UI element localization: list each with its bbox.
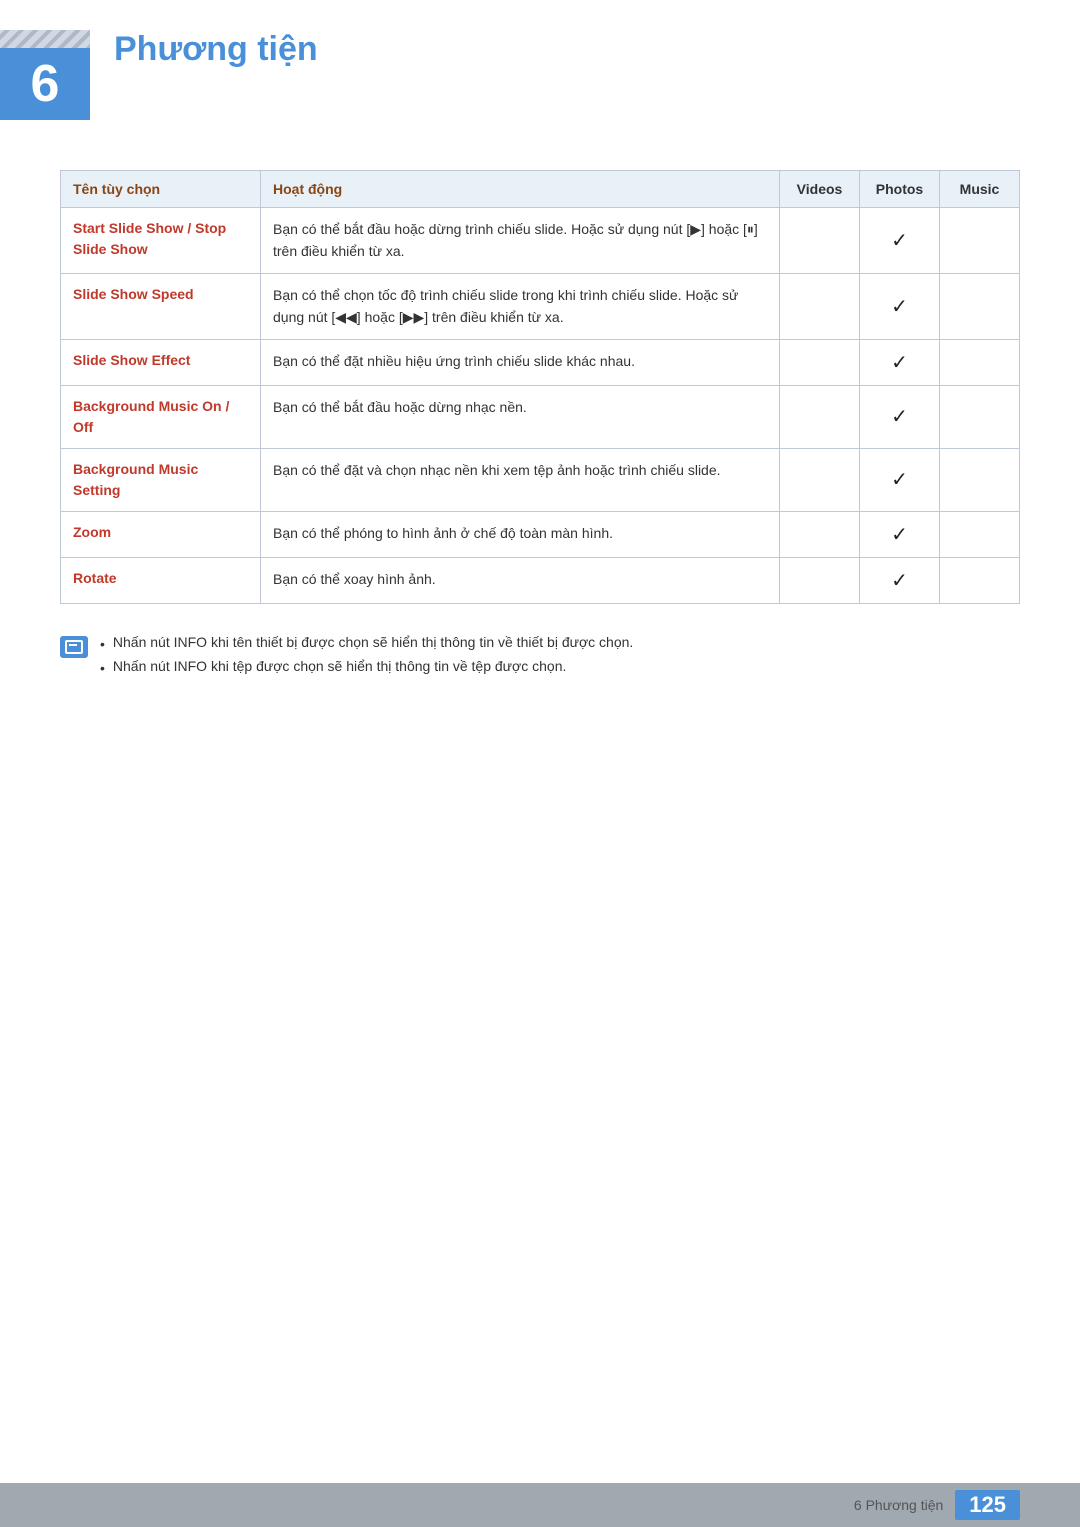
- cell-photos-4: ✓: [860, 448, 940, 511]
- cell-videos-2: [780, 339, 860, 385]
- table-row: Slide Show SpeedBạn có thể chọn tốc độ t…: [61, 273, 1020, 339]
- cell-music-1: [940, 273, 1020, 339]
- cell-videos-4: [780, 448, 860, 511]
- cell-action-1: Bạn có thể chọn tốc độ trình chiếu slide…: [261, 273, 780, 339]
- cell-music-2: [940, 339, 1020, 385]
- cell-name-3: Background Music On / Off: [61, 385, 261, 448]
- col-header-action: Hoạt động: [261, 171, 780, 208]
- cell-photos-2: ✓: [860, 339, 940, 385]
- note-line-0: • Nhấn nút INFO khi tên thiết bị được chọ…: [100, 634, 633, 652]
- note-bullet: •: [100, 636, 105, 652]
- chapter-badge-area: 6: [0, 30, 90, 120]
- note-icon: [60, 636, 88, 658]
- cell-name-6: Rotate: [61, 557, 261, 603]
- chapter-title-text: Phương tiện: [114, 0, 318, 68]
- checkmark: ✓: [891, 568, 908, 593]
- content-area: Tên tùy chọn Hoạt động Videos Photos Mus…: [0, 170, 1080, 676]
- note-lines: • Nhấn nút INFO khi tên thiết bị được chọ…: [100, 634, 633, 676]
- cell-music-5: [940, 511, 1020, 557]
- cell-photos-6: ✓: [860, 557, 940, 603]
- notes-section: • Nhấn nút INFO khi tên thiết bị được chọ…: [60, 634, 1020, 676]
- cell-name-2: Slide Show Effect: [61, 339, 261, 385]
- cell-videos-3: [780, 385, 860, 448]
- cell-music-6: [940, 557, 1020, 603]
- checkmark: ✓: [891, 404, 908, 429]
- table-row: Start Slide Show / Stop Slide ShowBạn có…: [61, 208, 1020, 274]
- checkmark: ✓: [891, 350, 908, 375]
- cell-name-1: Slide Show Speed: [61, 273, 261, 339]
- table-row: Slide Show EffectBạn có thể đặt nhiều hi…: [61, 339, 1020, 385]
- col-header-photos: Photos: [860, 171, 940, 208]
- cell-photos-3: ✓: [860, 385, 940, 448]
- col-header-name: Tên tùy chọn: [61, 171, 261, 208]
- cell-music-3: [940, 385, 1020, 448]
- chapter-title: Phương tiện: [114, 30, 318, 69]
- chapter-number-box: 6: [0, 48, 90, 120]
- table-header-row: Tên tùy chọn Hoạt động Videos Photos Mus…: [61, 171, 1020, 208]
- cell-name-4: Background Music Setting: [61, 448, 261, 511]
- cell-action-5: Bạn có thể phóng to hình ảnh ở chế độ to…: [261, 511, 780, 557]
- cell-music-0: [940, 208, 1020, 274]
- cell-photos-1: ✓: [860, 273, 940, 339]
- table-row: RotateBạn có thể xoay hình ảnh. ✓: [61, 557, 1020, 603]
- cell-action-2: Bạn có thể đặt nhiều hiệu ứng trình chiế…: [261, 339, 780, 385]
- page-number: 125: [955, 1490, 1020, 1520]
- feature-table: Tên tùy chọn Hoạt động Videos Photos Mus…: [60, 170, 1020, 604]
- col-header-videos: Videos: [780, 171, 860, 208]
- page-footer: 6 Phương tiện 125: [0, 1483, 1080, 1527]
- cell-name-0: Start Slide Show / Stop Slide Show: [61, 208, 261, 274]
- cell-music-4: [940, 448, 1020, 511]
- page-header: 6 Phương tiện: [0, 0, 1080, 140]
- cell-action-6: Bạn có thể xoay hình ảnh.: [261, 557, 780, 603]
- footer-chapter-label: 6 Phương tiện: [854, 1497, 943, 1513]
- checkmark: ✓: [891, 228, 908, 253]
- col-header-music: Music: [940, 171, 1020, 208]
- note-text: Nhấn nút INFO khi tên thiết bị được chọn…: [113, 634, 633, 650]
- cell-videos-1: [780, 273, 860, 339]
- cell-action-4: Bạn có thể đặt và chọn nhạc nền khi xem …: [261, 448, 780, 511]
- cell-photos-0: ✓: [860, 208, 940, 274]
- cell-name-5: Zoom: [61, 511, 261, 557]
- checkmark: ✓: [891, 522, 908, 547]
- note-bullet: •: [100, 660, 105, 676]
- cell-action-3: Bạn có thể bắt đầu hoặc dừng nhạc nền.: [261, 385, 780, 448]
- cell-videos-6: [780, 557, 860, 603]
- table-row: Background Music SettingBạn có thể đặt v…: [61, 448, 1020, 511]
- cell-videos-5: [780, 511, 860, 557]
- note-text: Nhấn nút INFO khi tệp được chọn sẽ hiển …: [113, 658, 566, 674]
- table-row: Background Music On / OffBạn có thể bắt …: [61, 385, 1020, 448]
- chapter-number: 6: [31, 58, 60, 110]
- table-row: ZoomBạn có thể phóng to hình ảnh ở chế đ…: [61, 511, 1020, 557]
- cell-videos-0: [780, 208, 860, 274]
- cell-photos-5: ✓: [860, 511, 940, 557]
- note-line-1: • Nhấn nút INFO khi tệp được chọn sẽ hiển…: [100, 658, 633, 676]
- checkmark: ✓: [891, 294, 908, 319]
- cell-action-0: Bạn có thể bắt đầu hoặc dừng trình chiếu…: [261, 208, 780, 274]
- checkmark: ✓: [891, 467, 908, 492]
- note-icon-decoration: [65, 640, 83, 654]
